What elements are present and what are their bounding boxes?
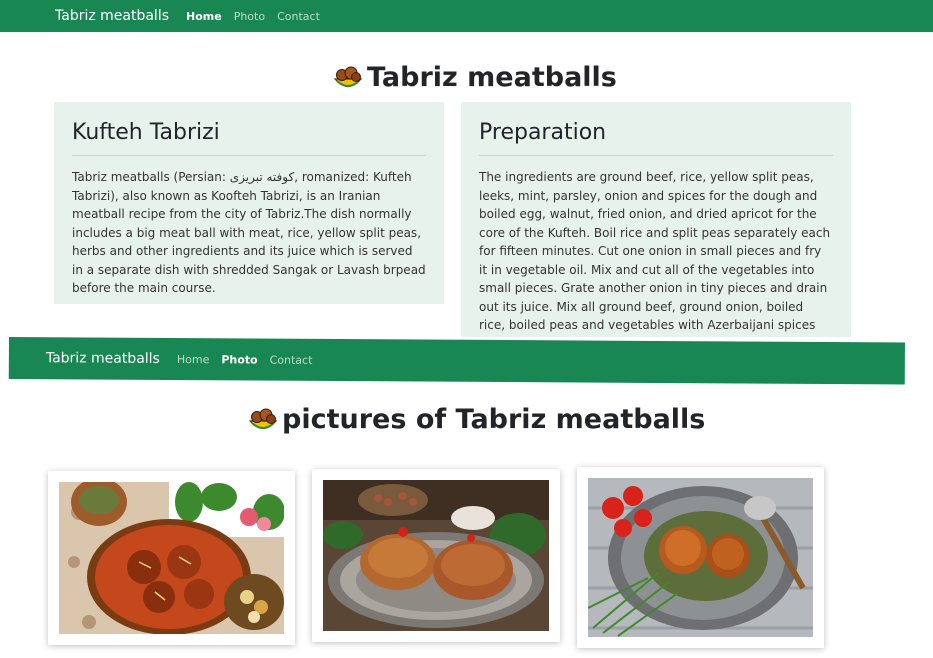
meatball-bowl-icon — [248, 408, 278, 429]
gallery-title-text: pictures of Tabriz meatballs — [282, 404, 706, 435]
page-title: Tabriz meatballs — [332, 62, 617, 93]
nav-link-photo[interactable]: Photo — [234, 10, 265, 23]
gallery-photo-2[interactable] — [312, 469, 560, 642]
gallery-photo-1[interactable] — [48, 471, 295, 645]
meatball-stew-photo — [59, 482, 284, 634]
meatball-bowl-icon — [333, 66, 363, 87]
nav-link-home[interactable]: Home — [186, 10, 222, 23]
gallery-title: pictures of Tabriz meatballs — [247, 404, 705, 435]
navbar-brand[interactable]: Tabriz meatballs — [46, 350, 160, 367]
navbar-brand[interactable]: Tabriz meatballs — [55, 8, 169, 24]
meatball-dill-photo — [588, 478, 813, 637]
page-title-text: Tabriz meatballs — [367, 62, 617, 93]
gallery-photo-3[interactable] — [577, 467, 824, 648]
kufteh-card: Kufteh Tabrizi Tabriz meatballs (Persian… — [54, 102, 444, 304]
nav-link-contact[interactable]: Contact — [277, 10, 320, 23]
nav-link-contact[interactable]: Contact — [270, 353, 313, 366]
kufteh-plate-photo — [323, 480, 549, 631]
nav-link-photo[interactable]: Photo — [221, 353, 257, 366]
card-text: The ingredients are ground beef, rice, y… — [479, 170, 831, 337]
preparation-card: Preparation The ingredients are ground b… — [461, 102, 851, 337]
nav-link-home[interactable]: Home — [177, 353, 210, 366]
card-text: Tabriz meatballs (Persian: کوفته تبریزی,… — [72, 170, 426, 295]
card-heading: Kufteh Tabrizi — [72, 120, 426, 156]
top-navbar: Tabriz meatballs Home Photo Contact — [0, 0, 933, 32]
card-heading: Preparation — [479, 120, 833, 156]
second-navbar: Tabriz meatballs Home Photo Contact — [8, 337, 905, 385]
